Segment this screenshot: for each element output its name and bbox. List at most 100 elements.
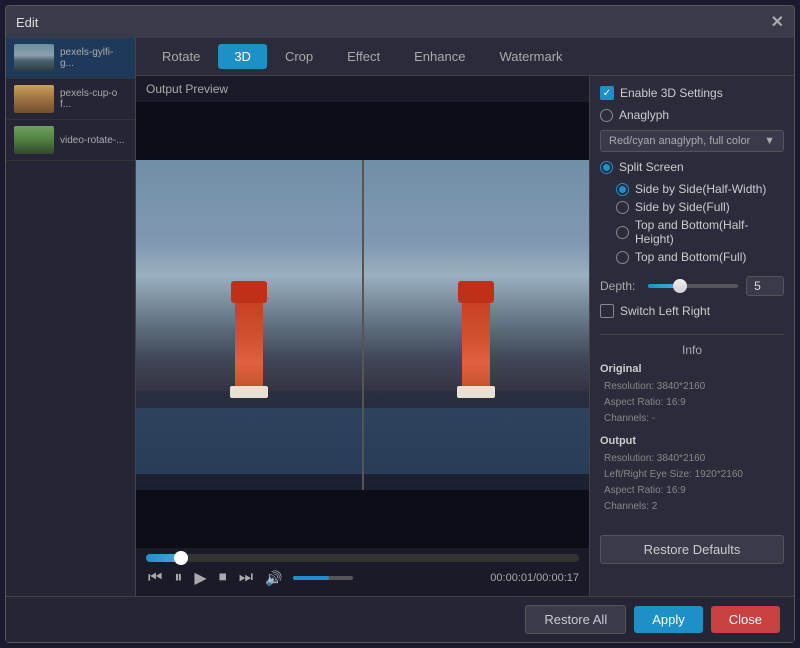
water-right bbox=[364, 408, 590, 474]
stop-button[interactable]: ⏹ bbox=[217, 567, 229, 589]
lighthouse-body-right bbox=[462, 301, 490, 391]
lighthouse-base-left bbox=[230, 386, 268, 398]
apply-button[interactable]: Apply bbox=[634, 606, 703, 633]
sub-label-1: Side by Side(Full) bbox=[635, 200, 730, 214]
original-info: Original Resolution: 3840*2160 Aspect Ra… bbox=[600, 363, 784, 427]
sub-label-0: Side by Side(Half-Width) bbox=[635, 182, 766, 196]
title-bar: Edit ✕ bbox=[6, 6, 794, 38]
slider-thumb[interactable] bbox=[673, 279, 687, 293]
content-area: Rotate 3D Crop Effect Enhance Watermark … bbox=[136, 38, 794, 596]
dropdown-value: Red/cyan anaglyph, full color bbox=[609, 135, 750, 147]
sub-option-0[interactable]: Side by Side(Half-Width) bbox=[616, 182, 784, 196]
info-title: Info bbox=[600, 343, 784, 357]
anaglyph-radio[interactable] bbox=[600, 109, 613, 122]
sub-label-3: Top and Bottom(Full) bbox=[635, 250, 746, 264]
sidebar-thumb-1 bbox=[14, 85, 54, 113]
play-button[interactable]: ▶ bbox=[192, 566, 208, 590]
volume-slider[interactable] bbox=[293, 576, 353, 580]
lighthouse-body-left bbox=[235, 301, 263, 391]
video-container bbox=[136, 102, 589, 548]
preview-label: Output Preview bbox=[136, 76, 589, 102]
play-pause-button[interactable]: ⏸ bbox=[172, 567, 184, 589]
tab-3d[interactable]: 3D bbox=[218, 44, 267, 69]
sub-option-3[interactable]: Top and Bottom(Full) bbox=[616, 250, 784, 264]
skip-start-button[interactable]: ⏮ bbox=[146, 567, 164, 589]
dropdown-arrow-icon: ▼ bbox=[764, 135, 775, 147]
split-screen-row[interactable]: Split Screen bbox=[600, 160, 784, 174]
sidebar-item-0[interactable]: pexels-gylfi-g... bbox=[6, 38, 135, 79]
progress-bar[interactable] bbox=[146, 554, 579, 562]
sidebar-thumb-2 bbox=[14, 126, 54, 154]
sub-option-2[interactable]: Top and Bottom(Half-Height) bbox=[616, 218, 784, 246]
depth-input[interactable] bbox=[746, 276, 784, 296]
anaglyph-label: Anaglyph bbox=[619, 108, 669, 122]
sidebar-thumb-0 bbox=[14, 44, 54, 72]
enable-3d-checkbox[interactable] bbox=[600, 86, 614, 100]
skip-end-button[interactable]: ⏭ bbox=[237, 567, 255, 589]
output-eye-size: Left/Right Eye Size: 1920*2160 bbox=[600, 467, 784, 483]
video-left bbox=[136, 160, 362, 490]
sidebar-item-1[interactable]: pexels-cup-of... bbox=[6, 79, 135, 120]
depth-label: Depth: bbox=[600, 279, 640, 293]
scene-right bbox=[364, 160, 590, 490]
dialog-title: Edit bbox=[16, 15, 38, 30]
restore-defaults-button[interactable]: Restore Defaults bbox=[600, 535, 784, 564]
tab-enhance[interactable]: Enhance bbox=[398, 44, 481, 69]
anaglyph-dropdown[interactable]: Red/cyan anaglyph, full color ▼ bbox=[600, 130, 784, 152]
video-panel: Output Preview bbox=[136, 76, 589, 596]
tab-watermark[interactable]: Watermark bbox=[483, 44, 578, 69]
sub-option-1[interactable]: Side by Side(Full) bbox=[616, 200, 784, 214]
tab-effect[interactable]: Effect bbox=[331, 44, 396, 69]
tab-crop[interactable]: Crop bbox=[269, 44, 329, 69]
video-frame bbox=[136, 160, 589, 490]
enable-3d-row[interactable]: Enable 3D Settings bbox=[600, 86, 784, 100]
scene-left bbox=[136, 160, 362, 490]
edit-dialog: Edit ✕ pexels-gylfi-g... pexels-cup-of..… bbox=[5, 5, 795, 643]
restore-all-button[interactable]: Restore All bbox=[525, 605, 626, 634]
anaglyph-row[interactable]: Anaglyph bbox=[600, 108, 784, 122]
tab-rotate[interactable]: Rotate bbox=[146, 44, 216, 69]
switch-lr-checkbox[interactable] bbox=[600, 304, 614, 318]
lighthouse-base-right bbox=[457, 386, 495, 398]
editor-area: Output Preview bbox=[136, 76, 794, 596]
original-resolution: Resolution: 3840*2160 bbox=[600, 379, 784, 395]
sub-radio-3[interactable] bbox=[616, 251, 629, 264]
switch-lr-label: Switch Left Right bbox=[620, 304, 710, 318]
split-screen-radio[interactable] bbox=[600, 161, 613, 174]
original-channels: Channels: - bbox=[600, 411, 784, 427]
water-left bbox=[136, 408, 362, 474]
original-title: Original bbox=[600, 363, 784, 375]
depth-slider[interactable] bbox=[648, 284, 738, 288]
switch-lr-row[interactable]: Switch Left Right bbox=[600, 304, 784, 318]
close-icon[interactable]: ✕ bbox=[771, 12, 784, 32]
settings-panel: Enable 3D Settings Anaglyph Red/cyan ana… bbox=[589, 76, 794, 596]
sub-radio-2[interactable] bbox=[616, 226, 629, 239]
volume-icon[interactable]: 🔊 bbox=[263, 568, 284, 589]
time-display: 00:00:01/00:00:17 bbox=[490, 572, 579, 584]
progress-thumb[interactable] bbox=[174, 551, 188, 565]
lighthouse-top-right bbox=[458, 281, 494, 303]
sub-options: Side by Side(Half-Width) Side by Side(Fu… bbox=[600, 182, 784, 264]
split-screen-label: Split Screen bbox=[619, 160, 684, 174]
info-section: Info Original Resolution: 3840*2160 Aspe… bbox=[600, 334, 784, 523]
close-button[interactable]: Close bbox=[711, 606, 780, 633]
sidebar-label-0: pexels-gylfi-g... bbox=[60, 47, 127, 69]
output-title: Output bbox=[600, 435, 784, 447]
sidebar-item-2[interactable]: video-rotate-... bbox=[6, 120, 135, 161]
main-content: pexels-gylfi-g... pexels-cup-of... video… bbox=[6, 38, 794, 596]
sub-radio-1[interactable] bbox=[616, 201, 629, 214]
output-resolution: Resolution: 3840*2160 bbox=[600, 451, 784, 467]
sidebar: pexels-gylfi-g... pexels-cup-of... video… bbox=[6, 38, 136, 596]
depth-row: Depth: bbox=[600, 276, 784, 296]
controls-row: ⏮ ⏸ ▶ ⏹ ⏭ 🔊 00:00:01/00:00:17 bbox=[146, 566, 579, 590]
playback-bar: ⏮ ⏸ ▶ ⏹ ⏭ 🔊 00:00:01/00:00:17 bbox=[136, 548, 589, 596]
sidebar-label-1: pexels-cup-of... bbox=[60, 88, 127, 110]
enable-3d-label: Enable 3D Settings bbox=[620, 86, 723, 100]
volume-fill bbox=[293, 576, 329, 580]
output-aspect: Aspect Ratio: 16:9 bbox=[600, 483, 784, 499]
sub-radio-0[interactable] bbox=[616, 183, 629, 196]
sidebar-label-2: video-rotate-... bbox=[60, 135, 124, 146]
lighthouse-top-left bbox=[231, 281, 267, 303]
tab-bar: Rotate 3D Crop Effect Enhance Watermark bbox=[136, 38, 794, 76]
bottom-bar: Restore All Apply Close bbox=[6, 596, 794, 642]
